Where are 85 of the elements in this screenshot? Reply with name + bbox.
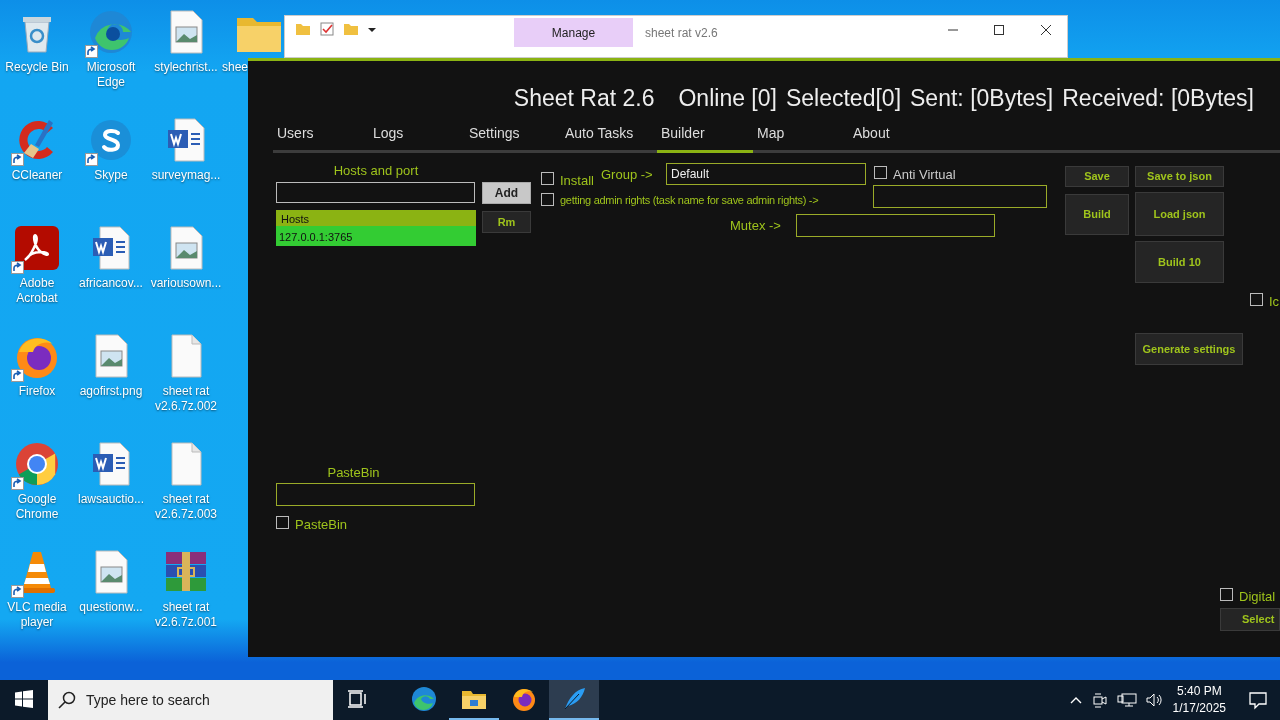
search-icon [58,691,76,709]
status-counter: Received: [0Bytes] [1062,84,1254,113]
edge-icon [411,686,437,712]
tab[interactable]: Users [273,121,369,153]
admin-task-field[interactable] [873,185,1047,208]
status-counter: Sent: [0Bytes] [910,84,1054,113]
icon-label: Google Chrome [14,492,60,522]
status-counter: Selected[0] [785,84,902,113]
checkbox-label: Ic [1269,293,1280,311]
edge-icon[interactable] [87,8,135,56]
icon-label: Recycle Bin [5,60,69,75]
clock-time: 5:40 PM [1175,683,1223,700]
checkbox-label: Install [560,172,594,190]
remove-button[interactable]: Rm [482,211,531,233]
clock-date: 1/17/2025 [1172,700,1226,717]
camera-icon[interactable] [1090,691,1109,709]
checklist-icon[interactable] [319,21,335,37]
checkbox[interactable] [541,193,554,206]
icon-label: questionw... [79,600,143,615]
field-label: Mutex -> [730,217,781,235]
notifications-icon[interactable] [1248,690,1268,710]
icon-label: sheet rat v2.6.7z.001 [153,600,218,630]
icon-label: sheet rat v2.6.7z.003 [153,492,218,522]
icon-label: shee [222,60,249,75]
icon-label: CCleaner [11,168,63,183]
checkbox[interactable] [541,172,554,185]
icon-label: Microsoft Edge [85,60,137,90]
icon-label: stylechrist... [154,60,218,75]
icon-label: lawsauctio... [78,492,144,507]
acrobat-icon[interactable] [13,224,61,272]
checkbox[interactable] [1220,588,1233,601]
checkbox-label: getting admin rights (task name for save admin rights) -> [560,193,819,208]
tab[interactable]: Logs [369,121,465,153]
tab[interactable]: Map [753,121,849,153]
build-button[interactable]: Build [1065,194,1129,235]
windows-start-icon[interactable] [15,690,33,708]
search-field[interactable]: Type here to search [86,680,333,720]
speaker-icon[interactable] [1144,691,1165,709]
icon-label: agofirst.png [79,384,143,399]
icon-label: surveymag... [151,168,221,183]
icon-label: Adobe Acrobat [15,276,59,306]
checkbox[interactable] [874,166,887,179]
taskbar-clock[interactable]: 5:40 PM 1/17/2025 [1172,683,1226,717]
tab[interactable]: Settings [465,121,561,153]
checkbox[interactable] [276,516,289,529]
context-tab[interactable]: Manage [514,18,633,47]
network-icon[interactable] [1116,691,1137,709]
window-title: sheet rat v2.6 [645,25,718,42]
save-button[interactable]: Save [1065,166,1129,187]
build-ten-button[interactable]: Build 10 [1135,241,1224,283]
select-button[interactable]: Select [1220,608,1280,631]
generate-settings-button[interactable]: Generate settings [1135,333,1243,365]
load-json-button[interactable]: Load json [1135,192,1224,236]
field-label: Hosts and port [332,162,420,180]
tab[interactable]: About [849,121,945,153]
icon-label: Firefox [18,384,56,399]
checkbox-label: Digital [1239,588,1276,606]
field-label: PasteBin [326,464,381,482]
app-title: Sheet Rat 2.6 [513,84,655,113]
status-counter: Online [0] [678,84,777,113]
icon-label: sheet rat v2.6.7z.002 [153,384,218,414]
task-view-icon[interactable] [347,690,367,708]
save-json-button[interactable]: Save to json [1135,166,1224,187]
icon-label: africancov... [79,276,143,291]
host-row[interactable]: 127.0.0.1:3765 [276,226,476,246]
icon-label: variousown... [150,276,222,291]
icon-label: Skype [94,168,128,183]
mutex-field[interactable] [796,214,995,237]
taskbar-button[interactable] [549,680,599,720]
pastebin-field[interactable] [276,483,475,506]
add-button[interactable]: Add [482,182,531,204]
tab[interactable]: Auto Tasks [561,121,657,153]
host-input-field[interactable] [276,182,475,203]
checkbox[interactable] [1250,293,1263,306]
list-header: Hosts [276,210,476,226]
checkbox-label: Anti Virtual [893,166,956,184]
checkbox-label: PasteBin [295,516,348,534]
chrome-icon[interactable] [13,440,61,488]
tab[interactable]: Builder [657,121,753,153]
group-field[interactable]: Default [666,163,866,185]
firefox-icon [511,686,537,712]
field-label: Group -> [601,166,653,184]
maximize-icon[interactable] [993,24,1005,36]
icon-label: VLC media player [6,600,68,630]
close-icon[interactable] [1040,24,1052,36]
